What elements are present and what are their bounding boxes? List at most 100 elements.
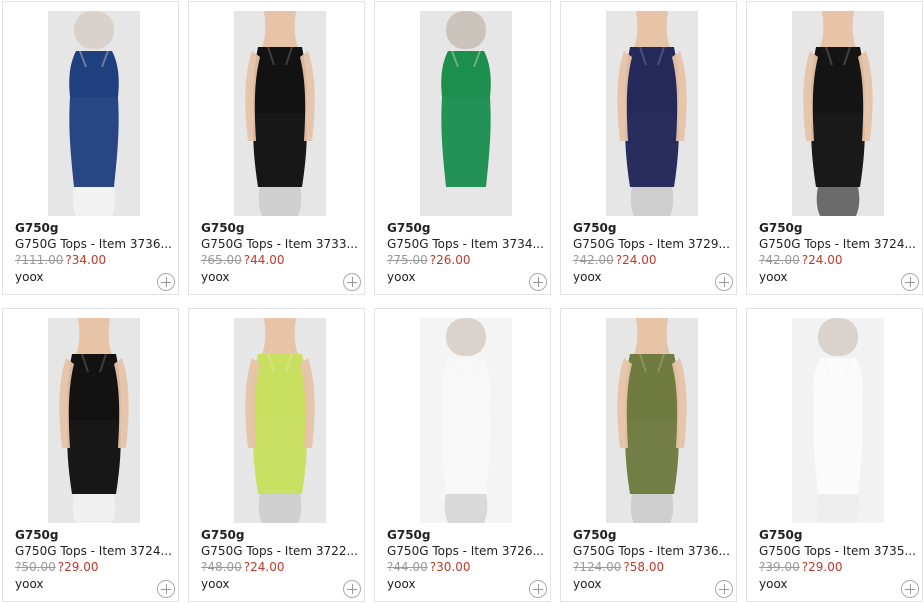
plus-circle-icon[interactable] bbox=[157, 273, 175, 291]
product-card[interactable]: G750g G750G Tops - Item 3724... ?50.00 ?29.… bbox=[2, 308, 179, 602]
product-prices: ?44.00 ?30.00 bbox=[387, 560, 470, 574]
product-title[interactable]: G750G Tops - Item 3724... bbox=[759, 237, 922, 251]
plus-circle-icon[interactable] bbox=[157, 580, 175, 598]
product-photo bbox=[420, 318, 512, 523]
product-brand[interactable]: G750g bbox=[573, 528, 617, 542]
product-image[interactable] bbox=[234, 318, 326, 523]
product-title[interactable]: G750G Tops - Item 3733... bbox=[201, 237, 364, 251]
old-price: ?48.00 bbox=[201, 560, 242, 574]
store-name: yoox bbox=[201, 577, 230, 591]
product-title[interactable]: G750G Tops - Item 3736... bbox=[573, 544, 736, 558]
product-brand[interactable]: G750g bbox=[387, 221, 431, 235]
sale-price: ?30.00 bbox=[429, 560, 471, 574]
product-image[interactable] bbox=[606, 318, 698, 523]
sale-price: ?24.00 bbox=[243, 560, 285, 574]
store-name: yoox bbox=[201, 270, 230, 284]
product-brand[interactable]: G750g bbox=[573, 221, 617, 235]
product-brand[interactable]: G750g bbox=[759, 221, 803, 235]
product-brand[interactable]: G750g bbox=[387, 528, 431, 542]
product-prices: ?111.00 ?34.00 bbox=[15, 253, 106, 267]
sale-price: ?29.00 bbox=[801, 560, 843, 574]
sale-price: ?24.00 bbox=[801, 253, 843, 267]
product-card[interactable]: G750g G750G Tops - Item 3722... ?48.00 ?24.… bbox=[188, 308, 365, 602]
plus-circle-icon[interactable] bbox=[529, 273, 547, 291]
old-price: ?50.00 bbox=[15, 560, 56, 574]
sale-price: ?34.00 bbox=[65, 253, 107, 267]
product-prices: ?50.00 ?29.00 bbox=[15, 560, 98, 574]
plus-circle-icon[interactable] bbox=[529, 580, 547, 598]
product-photo bbox=[234, 11, 326, 216]
plus-circle-icon[interactable] bbox=[901, 273, 919, 291]
old-price: ?39.00 bbox=[759, 560, 800, 574]
store-name: yoox bbox=[15, 270, 44, 284]
product-prices: ?75.00 ?26.00 bbox=[387, 253, 470, 267]
product-photo bbox=[792, 11, 884, 216]
sale-price: ?24.00 bbox=[615, 253, 657, 267]
store-name: yoox bbox=[15, 577, 44, 591]
product-card[interactable]: G750g G750G Tops - Item 3726... ?44.00 ?30.… bbox=[374, 308, 551, 602]
product-prices: ?42.00 ?24.00 bbox=[573, 253, 656, 267]
product-brand[interactable]: G750g bbox=[201, 528, 245, 542]
sale-price: ?26.00 bbox=[429, 253, 471, 267]
product-brand[interactable]: G750g bbox=[15, 528, 59, 542]
product-prices: ?65.00 ?44.00 bbox=[201, 253, 284, 267]
product-image[interactable] bbox=[792, 11, 884, 216]
store-name: yoox bbox=[387, 270, 416, 284]
sale-price: ?58.00 bbox=[623, 560, 665, 574]
product-grid: G750g G750G Tops - Item 3736... ?111.00 ?34… bbox=[0, 0, 924, 603]
old-price: ?75.00 bbox=[387, 253, 428, 267]
product-title[interactable]: G750G Tops - Item 3722... bbox=[201, 544, 364, 558]
old-price: ?42.00 bbox=[759, 253, 800, 267]
product-card[interactable]: G750g G750G Tops - Item 3736... ?124.00 ?58… bbox=[560, 308, 737, 602]
product-image[interactable] bbox=[234, 11, 326, 216]
product-photo bbox=[606, 11, 698, 216]
store-name: yoox bbox=[387, 577, 416, 591]
sale-price: ?29.00 bbox=[57, 560, 99, 574]
product-image[interactable] bbox=[420, 11, 512, 216]
product-photo bbox=[606, 318, 698, 523]
old-price: ?42.00 bbox=[573, 253, 614, 267]
product-card[interactable]: G750g G750G Tops - Item 3724... ?42.00 ?24.… bbox=[746, 1, 923, 295]
store-name: yoox bbox=[573, 270, 602, 284]
store-name: yoox bbox=[759, 577, 788, 591]
product-title[interactable]: G750G Tops - Item 3736... bbox=[15, 237, 178, 251]
plus-circle-icon[interactable] bbox=[343, 580, 361, 598]
plus-circle-icon[interactable] bbox=[715, 273, 733, 291]
product-card[interactable]: G750g G750G Tops - Item 3734... ?75.00 ?26.… bbox=[374, 1, 551, 295]
plus-circle-icon[interactable] bbox=[901, 580, 919, 598]
old-price: ?124.00 bbox=[573, 560, 622, 574]
product-photo bbox=[48, 11, 140, 216]
store-name: yoox bbox=[759, 270, 788, 284]
product-brand[interactable]: G750g bbox=[201, 221, 245, 235]
product-prices: ?42.00 ?24.00 bbox=[759, 253, 842, 267]
plus-circle-icon[interactable] bbox=[715, 580, 733, 598]
store-name: yoox bbox=[573, 577, 602, 591]
product-image[interactable] bbox=[48, 11, 140, 216]
product-photo bbox=[234, 318, 326, 523]
product-image[interactable] bbox=[606, 11, 698, 216]
product-photo bbox=[792, 318, 884, 523]
product-prices: ?48.00 ?24.00 bbox=[201, 560, 284, 574]
old-price: ?65.00 bbox=[201, 253, 242, 267]
product-title[interactable]: G750G Tops - Item 3726... bbox=[387, 544, 550, 558]
product-card[interactable]: G750g G750G Tops - Item 3736... ?111.00 ?34… bbox=[2, 1, 179, 295]
sale-price: ?44.00 bbox=[243, 253, 285, 267]
product-title[interactable]: G750G Tops - Item 3734... bbox=[387, 237, 550, 251]
product-image[interactable] bbox=[420, 318, 512, 523]
product-brand[interactable]: G750g bbox=[759, 528, 803, 542]
product-photo bbox=[420, 11, 512, 216]
product-image[interactable] bbox=[792, 318, 884, 523]
product-title[interactable]: G750G Tops - Item 3729... bbox=[573, 237, 736, 251]
product-brand[interactable]: G750g bbox=[15, 221, 59, 235]
product-title[interactable]: G750G Tops - Item 3724... bbox=[15, 544, 178, 558]
old-price: ?111.00 bbox=[15, 253, 64, 267]
product-title[interactable]: G750G Tops - Item 3735... bbox=[759, 544, 922, 558]
product-card[interactable]: G750g G750G Tops - Item 3735... ?39.00 ?29.… bbox=[746, 308, 923, 602]
old-price: ?44.00 bbox=[387, 560, 428, 574]
plus-circle-icon[interactable] bbox=[343, 273, 361, 291]
product-card[interactable]: G750g G750G Tops - Item 3733... ?65.00 ?44.… bbox=[188, 1, 365, 295]
product-photo bbox=[48, 318, 140, 523]
product-card[interactable]: G750g G750G Tops - Item 3729... ?42.00 ?24.… bbox=[560, 1, 737, 295]
product-prices: ?39.00 ?29.00 bbox=[759, 560, 842, 574]
product-image[interactable] bbox=[48, 318, 140, 523]
